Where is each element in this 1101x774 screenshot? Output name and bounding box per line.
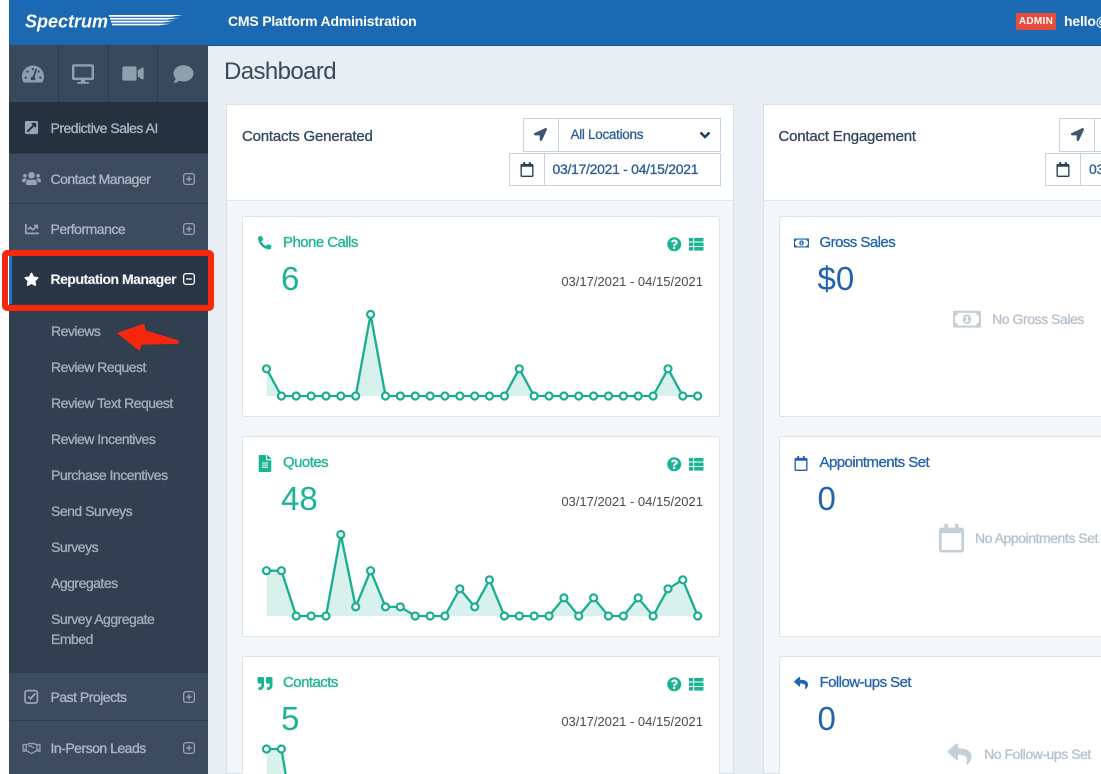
svg-text:Spectrum: Spectrum [25, 12, 108, 32]
